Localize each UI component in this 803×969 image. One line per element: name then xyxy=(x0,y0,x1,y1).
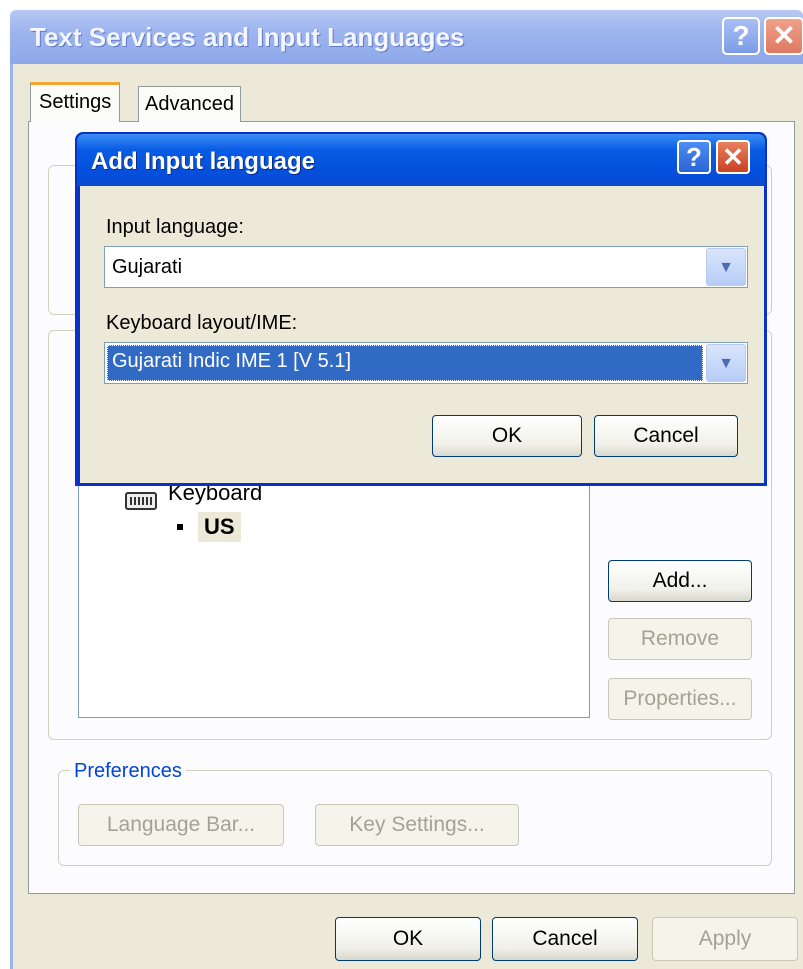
close-icon: ✕ xyxy=(722,142,744,172)
keyboard-layout-value: Gujarati Indic IME 1 [V 5.1] xyxy=(112,350,351,372)
tab-advanced[interactable]: Advanced xyxy=(138,86,241,122)
input-language-label: Input language: xyxy=(106,216,244,238)
remove-button[interactable]: Remove xyxy=(608,618,752,660)
dialog-title: Add Input language xyxy=(91,148,315,175)
input-language-dropdown-button[interactable]: ▼ xyxy=(706,248,746,286)
input-language-select[interactable] xyxy=(104,246,748,288)
key-settings-button[interactable]: Key Settings... xyxy=(315,804,519,846)
close-icon: ✕ xyxy=(772,20,796,51)
dialog-close-button[interactable]: ✕ xyxy=(716,140,750,174)
language-bar-button[interactable]: Language Bar... xyxy=(78,804,284,846)
input-language-value: Gujarati xyxy=(112,256,183,278)
dialog-help-button[interactable]: ? xyxy=(677,140,711,174)
help-button[interactable]: ? xyxy=(722,17,760,55)
cancel-button[interactable]: Cancel xyxy=(492,917,638,961)
help-icon: ? xyxy=(732,20,750,51)
add-button[interactable]: Add... xyxy=(608,560,752,602)
keyboard-layout-label: Keyboard layout/IME: xyxy=(106,312,298,334)
help-icon: ? xyxy=(686,142,702,172)
chevron-down-icon: ▼ xyxy=(718,355,734,372)
dialog-ok-button[interactable]: OK xyxy=(432,415,582,457)
keyboard-icon xyxy=(125,492,157,510)
close-button[interactable]: ✕ xyxy=(764,17,803,55)
bullet-icon xyxy=(177,524,183,530)
dialog-cancel-button[interactable]: Cancel xyxy=(594,415,738,457)
keyboard-layout-dropdown-button[interactable]: ▼ xyxy=(706,344,746,382)
properties-button[interactable]: Properties... xyxy=(608,678,752,720)
window-title: Text Services and Input Languages xyxy=(30,22,465,52)
ok-button[interactable]: OK xyxy=(335,917,481,961)
apply-button[interactable]: Apply xyxy=(652,917,798,961)
tab-settings[interactable]: Settings xyxy=(30,82,121,122)
chevron-down-icon: ▼ xyxy=(718,259,734,276)
us-layout-list-item[interactable]: US xyxy=(198,512,241,542)
preferences-legend: Preferences xyxy=(70,760,186,783)
